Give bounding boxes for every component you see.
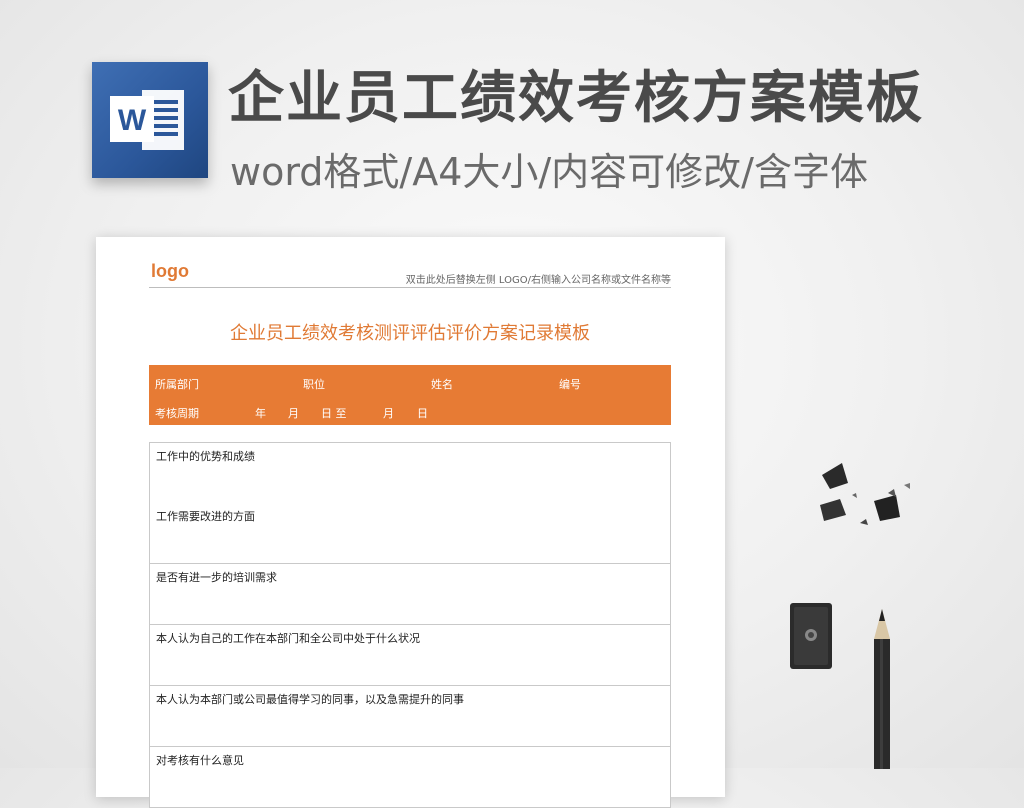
department-label: 所属部门 [155, 378, 199, 391]
section-colleagues[interactable]: 本人认为本部门或公司最值得学习的同事，以及急需提升的同事 [149, 686, 671, 747]
document-title: 企业员工绩效考核测评评估评价方案记录模板 [230, 323, 590, 344]
section-label: 本人认为自己的工作在本部门和全公司中处于什么状况 [156, 632, 420, 645]
number-label: 编号 [559, 378, 581, 391]
period-month-start: 月 [288, 407, 299, 420]
section-label: 对考核有什么意见 [156, 754, 244, 767]
period-month-end: 月 [383, 407, 394, 420]
word-logo-icon: W [110, 90, 184, 150]
period-day-to: 日 至 [321, 407, 347, 420]
pencil-sharpener-icon [790, 603, 832, 669]
pencil-icon [874, 609, 890, 769]
info-box: 所属部门 职位 姓名 编号 考核周期 年 月 日 至 月 日 [149, 365, 671, 425]
section-self-assessment[interactable]: 本人认为自己的工作在本部门和全公司中处于什么状况 [149, 625, 671, 686]
svg-text:W: W [118, 104, 147, 137]
logo-placeholder[interactable]: logo [151, 261, 189, 282]
period-year: 年 [255, 407, 266, 420]
header-note[interactable]: 双击此处后替换左侧 LOGO/右侧输入公司名称或文件名称等 [406, 271, 671, 286]
section-label: 是否有进一步的培训需求 [156, 571, 277, 584]
banner-subtitle: word格式/A4大小/内容可修改/含字体 [230, 150, 868, 194]
section-label: 工作需要改进的方面 [156, 510, 255, 523]
name-label: 姓名 [431, 378, 453, 391]
banner-title: 企业员工绩效考核方案模板 [228, 66, 924, 131]
section-label: 工作中的优势和成绩 [156, 450, 255, 463]
period-label: 考核周期 [155, 407, 199, 420]
word-app-icon: W [92, 62, 208, 178]
section-strengths[interactable]: 工作中的优势和成绩 [149, 442, 671, 504]
header-divider [149, 287, 671, 288]
section-training[interactable]: 是否有进一步的培训需求 [149, 564, 671, 625]
document-page: logo 双击此处后替换左侧 LOGO/右侧输入公司名称或文件名称等 企业员工绩… [96, 237, 725, 808]
period-day-end: 日 [417, 407, 428, 420]
pencil-shavings-icon [820, 463, 910, 525]
position-label: 职位 [303, 378, 325, 391]
section-improvements[interactable]: 工作需要改进的方面 [149, 503, 671, 564]
section-opinions[interactable]: 对考核有什么意见 [149, 747, 671, 808]
section-label: 本人认为本部门或公司最值得学习的同事，以及急需提升的同事 [156, 693, 464, 706]
